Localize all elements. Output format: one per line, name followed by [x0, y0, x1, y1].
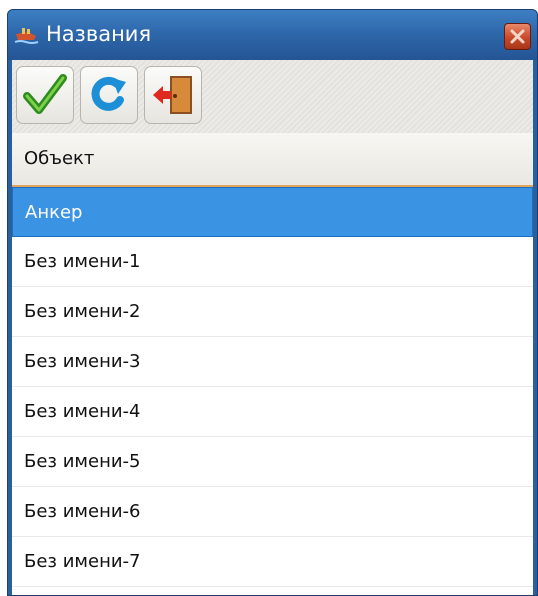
- table-row[interactable]: Без имени-4: [12, 387, 533, 437]
- refresh-button[interactable]: [80, 66, 138, 124]
- names-window: Названия Объект Анкер Без имени-1 Без им…: [7, 9, 538, 596]
- refresh-icon: [91, 76, 126, 111]
- close-button[interactable]: [504, 23, 531, 50]
- table-row[interactable]: Без имени-7: [12, 537, 533, 587]
- title-bar[interactable]: Названия: [8, 10, 537, 60]
- ship-icon: [14, 28, 39, 44]
- exit-button[interactable]: [144, 66, 202, 124]
- table-row[interactable]: Без имени-2: [12, 287, 533, 337]
- exit-door-icon: [153, 76, 192, 114]
- objects-table: Объект Анкер Без имени-1 Без имени-2 Без…: [12, 133, 533, 595]
- checkmark-icon: [23, 74, 67, 114]
- table-row[interactable]: Без имени-6: [12, 487, 533, 537]
- toolbar: [12, 60, 533, 134]
- window-content: Объект Анкер Без имени-1 Без имени-2 Без…: [12, 60, 533, 595]
- table-row[interactable]: Без имени-1: [12, 237, 533, 287]
- window-title: Названия: [46, 22, 152, 46]
- table-row[interactable]: Без имени-3: [12, 337, 533, 387]
- table-row[interactable]: Анкер: [12, 187, 533, 237]
- close-icon: [510, 29, 525, 44]
- table-row[interactable]: Без имени-5: [12, 437, 533, 487]
- ok-button[interactable]: [16, 66, 74, 124]
- column-header-object[interactable]: Объект: [12, 133, 533, 187]
